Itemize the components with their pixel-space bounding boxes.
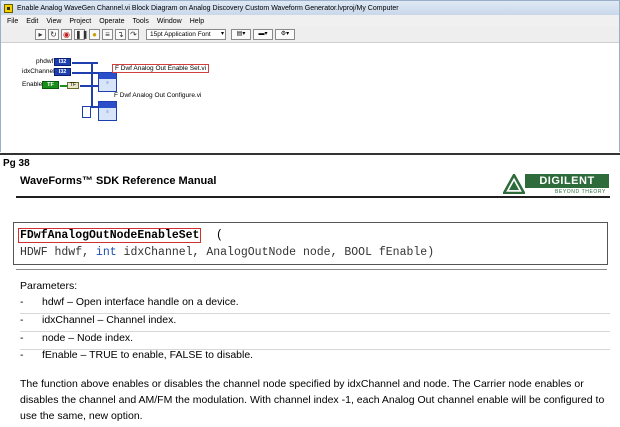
window-title: Enable Analog WaveGen Channel.vi Block D… — [17, 4, 399, 12]
list-item: - fEnable – TRUE to enable, FALSE to dis… — [20, 349, 610, 367]
run-continuously-icon[interactable]: ↻ — [48, 29, 59, 40]
parameters-rule — [16, 269, 607, 270]
subvi-label-enable-set: F Dwf Analog Out Enable Set.vi — [112, 64, 210, 73]
menu-operate[interactable]: Operate — [99, 18, 124, 25]
wire-vertical-bus[interactable] — [91, 62, 93, 107]
subvi-label-configure: F Dwf Analog Out Configure.vi — [114, 92, 202, 99]
toolbar: ▸ ↻ ◉ ❚❚ ● ≡ ↴ ↷ 15pt Application Font ▾… — [1, 27, 619, 43]
abort-icon[interactable]: ◉ — [61, 29, 72, 40]
retain-wire-values-icon[interactable]: ≡ — [102, 29, 113, 40]
subvi-header — [99, 102, 116, 108]
run-arrow-icon[interactable]: ▸ — [35, 29, 46, 40]
manual-title: WaveForms™ SDK Reference Manual — [20, 175, 217, 187]
pause-icon[interactable]: ❚❚ — [74, 29, 88, 40]
terminal-idxchannel[interactable]: I32 — [54, 68, 71, 76]
input-label-idxchannel: idxChannel — [22, 68, 55, 75]
input-label-phdwf: phdwf — [36, 58, 54, 65]
sig-part-1: HDWF hdwf, — [20, 246, 96, 259]
step-into-icon[interactable]: ↴ — [115, 29, 126, 40]
bool-to-int-node[interactable]: TF — [67, 82, 79, 89]
subvi-glyph: ≡ — [106, 80, 109, 85]
menu-file[interactable]: File — [7, 18, 18, 25]
wire-idxchannel[interactable] — [72, 72, 98, 74]
wire-enable-int[interactable] — [80, 85, 98, 87]
block-diagram[interactable]: phdwf I32 idxChannel I32 Enable TF TF ≡ … — [1, 44, 619, 152]
distribute-objects-icon[interactable]: ▬▾ — [253, 29, 273, 40]
param-dash: - — [20, 332, 24, 344]
list-item: - hdwf – Open interface handle on a devi… — [20, 296, 610, 314]
terminal-phdwf[interactable]: I32 — [54, 58, 71, 66]
menu-project[interactable]: Project — [69, 18, 91, 25]
page-number: Pg 38 — [3, 158, 30, 169]
subvi-glyph: ≡ — [106, 109, 109, 114]
digilent-logo: DIGILENT BEYOND THEORY — [501, 172, 609, 198]
param-text: fEnable – TRUE to enable, FALSE to disab… — [42, 349, 254, 361]
window-titlebar[interactable]: Enable Analog WaveGen Channel.vi Block D… — [1, 1, 619, 15]
divider — [0, 153, 620, 155]
labview-window: Enable Analog WaveGen Channel.vi Block D… — [0, 0, 620, 152]
chevron-down-icon: ▾ — [220, 31, 224, 37]
function-name: FDwfAnalogOutNodeEnableSet — [18, 228, 202, 243]
menu-edit[interactable]: Edit — [26, 18, 38, 25]
param-dash: - — [20, 349, 24, 361]
menu-tools[interactable]: Tools — [132, 18, 148, 25]
subvi-configure[interactable]: ≡ — [98, 101, 117, 121]
digilent-triangle-icon — [503, 174, 525, 194]
list-item: - idxChannel – Channel index. — [20, 314, 610, 332]
menu-window[interactable]: Window — [157, 18, 182, 25]
function-signature-box: FDwfAnalogOutNodeEnableSet ( HDWF hdwf, … — [13, 222, 608, 265]
function-open-paren: ( — [216, 229, 223, 242]
menu-help[interactable]: Help — [190, 18, 204, 25]
reorder-icon[interactable]: ⚙▾ — [275, 29, 295, 40]
subvi-header — [99, 73, 116, 79]
menu-bar: File Edit View Project Operate Tools Win… — [1, 15, 619, 27]
subvi-enable-set[interactable]: ≡ — [98, 72, 117, 92]
input-label-enable: Enable — [22, 81, 43, 88]
wire-enable[interactable] — [60, 85, 67, 87]
function-description: The function above enables or disables t… — [20, 378, 605, 422]
title-rule — [16, 196, 610, 198]
logo-name: DIGILENT — [525, 174, 609, 188]
param-text: idxChannel – Channel index. — [42, 314, 177, 326]
param-dash: - — [20, 296, 24, 308]
wire-phdwf[interactable] — [72, 62, 98, 64]
list-item: - node – Node index. — [20, 332, 610, 350]
labview-vi-icon — [4, 3, 13, 13]
align-objects-icon[interactable]: ▤▾ — [231, 29, 251, 40]
sig-part-3: idxChannel, AnalogOutNode node, BOOL fEn… — [116, 246, 435, 259]
highlight-execution-icon[interactable]: ● — [89, 29, 100, 40]
function-signature: HDWF hdwf, int idxChannel, AnalogOutNode… — [20, 246, 434, 259]
font-select-value: 15pt Application Font — [150, 31, 211, 38]
logo-tagline: BEYOND THEORY — [555, 189, 606, 195]
param-text: node – Node index. — [42, 332, 134, 344]
menu-view[interactable]: View — [46, 18, 61, 25]
wire-to-configure[interactable] — [91, 106, 98, 108]
parameters-heading: Parameters: — [20, 280, 78, 292]
sig-keyword-int: int — [95, 246, 117, 259]
step-over-icon[interactable]: ↷ — [128, 29, 139, 40]
terminal-enable[interactable]: TF — [42, 81, 59, 89]
font-select[interactable]: 15pt Application Font ▾ — [146, 29, 226, 40]
param-dash: - — [20, 314, 24, 326]
param-text: hdwf – Open interface handle on a device… — [42, 296, 239, 308]
constant-box[interactable] — [82, 106, 91, 118]
